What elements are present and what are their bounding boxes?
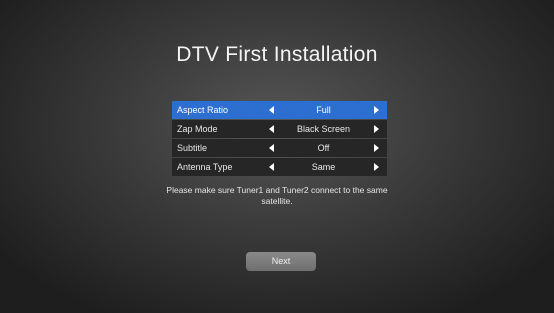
arrow-left-icon[interactable]: [269, 163, 274, 171]
installation-screen: DTV First Installation Aspect Ratio Full…: [0, 0, 554, 313]
setting-row-subtitle[interactable]: Subtitle Off: [172, 139, 387, 157]
arrow-left-icon[interactable]: [269, 125, 274, 133]
setting-value: Same: [311, 162, 336, 172]
arrow-left-icon[interactable]: [269, 106, 274, 114]
arrow-right-icon[interactable]: [374, 163, 379, 171]
settings-list: Aspect Ratio Full Zap Mode Black Screen …: [172, 101, 387, 177]
setting-row-antenna-type[interactable]: Antenna Type Same: [172, 158, 387, 176]
arrow-right-icon[interactable]: [374, 144, 379, 152]
satellite-note: Please make sure Tuner1 and Tuner2 conne…: [166, 185, 388, 206]
setting-label: Zap Mode: [177, 124, 218, 134]
page-title: DTV First Installation: [176, 43, 378, 66]
arrow-left-icon[interactable]: [269, 144, 274, 152]
setting-value: Full: [316, 105, 331, 115]
setting-value: Black Screen: [296, 124, 351, 134]
arrow-right-icon[interactable]: [374, 106, 379, 114]
setting-label: Antenna Type: [177, 162, 233, 172]
setting-value: Off: [317, 143, 330, 153]
setting-row-zap-mode[interactable]: Zap Mode Black Screen: [172, 120, 387, 138]
setting-label: Aspect Ratio: [177, 105, 229, 115]
setting-row-aspect-ratio[interactable]: Aspect Ratio Full: [172, 101, 387, 119]
arrow-right-icon[interactable]: [374, 125, 379, 133]
next-button[interactable]: Next: [246, 252, 316, 271]
setting-label: Subtitle: [177, 143, 208, 153]
